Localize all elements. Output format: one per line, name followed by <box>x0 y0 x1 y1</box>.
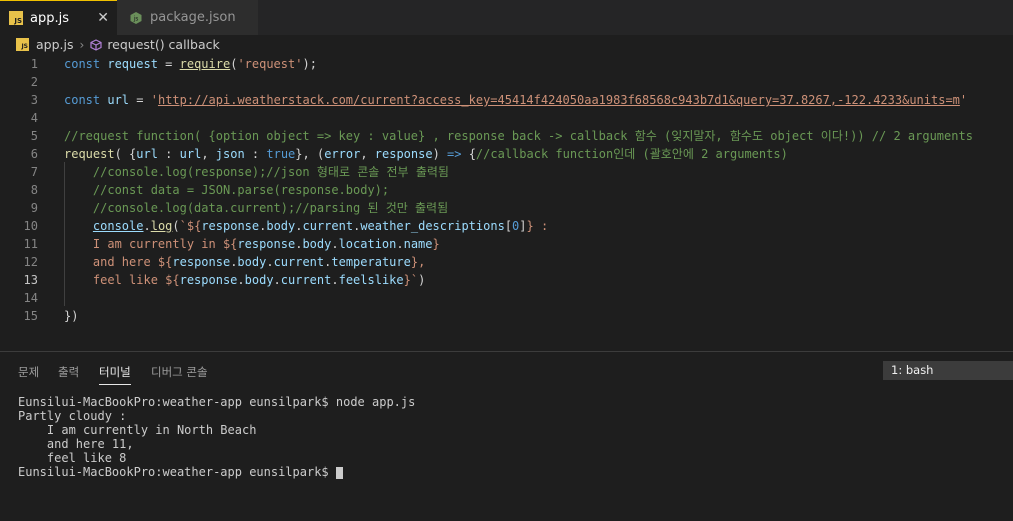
line-number: 7 <box>30 165 38 179</box>
tab-problems[interactable]: 문제 <box>18 364 39 380</box>
terminal-cursor <box>335 466 343 479</box>
code-line[interactable]: 13 feel like ${response.body.current.fee… <box>0 271 1013 289</box>
code-line[interactable]: 1 const request = require('request'); <box>0 55 1013 73</box>
terminal-line: Partly cloudy : <box>18 409 127 423</box>
line-number: 15 <box>23 309 38 323</box>
code-text[interactable]: I am currently in ${response.body.locati… <box>64 235 440 253</box>
code-text[interactable]: const url = 'http://api.weatherstack.com… <box>64 91 967 109</box>
terminal-prompt: Eunsilui-MacBookPro:weather-app eunsilpa… <box>18 465 329 479</box>
terminal-line: feel like 8 <box>18 451 127 465</box>
line-number: 11 <box>23 237 38 251</box>
code-text[interactable]: //request function( {option object => ke… <box>64 127 973 145</box>
code-text[interactable]: //console.log(response);//json 형태로 콘솔 전부… <box>64 163 449 181</box>
code-text[interactable]: and here ${response.body.current.tempera… <box>64 253 425 271</box>
code-line[interactable]: 4 <box>0 109 1013 127</box>
code-text[interactable]: //console.log(data.current);//parsing 된 … <box>64 199 448 217</box>
tab-output[interactable]: 출력 <box>58 364 79 380</box>
js-file-icon: JS <box>16 38 29 51</box>
bottom-panel: 문제 출력 터미널 디버그 콘솔 1: bash Eunsilui-MacBoo… <box>0 351 1013 521</box>
terminal-line: Eunsilui-MacBookPro:weather-app eunsilpa… <box>18 395 416 409</box>
code-line[interactable]: 2 <box>0 73 1013 91</box>
code-editor[interactable]: 1 const request = require('request'); 2 3 co… <box>0 54 1013 351</box>
line-number: 14 <box>23 291 38 305</box>
line-number: 2 <box>30 75 38 89</box>
code-text[interactable]: console.log(`${response.body.current.wea… <box>64 217 548 235</box>
code-line[interactable]: 12 and here ${response.body.current.temp… <box>0 253 1013 271</box>
tab-debug-console[interactable]: 디버그 콘솔 <box>151 364 208 380</box>
terminal-output[interactable]: Eunsilui-MacBookPro:weather-app eunsilpa… <box>18 395 415 479</box>
line-number: 10 <box>23 219 38 233</box>
close-icon[interactable]: ✕ <box>97 10 109 26</box>
code-text[interactable]: }) <box>64 307 78 325</box>
tab-bar: JS app.js ✕ js package.json <box>0 0 1013 35</box>
code-line[interactable]: 6 request( {url : url, json : true}, (err… <box>0 145 1013 163</box>
line-number: 3 <box>30 93 38 107</box>
tab-label: app.js <box>30 10 69 26</box>
code-line[interactable]: 3 const url = 'http://api.weatherstack.co… <box>0 91 1013 109</box>
line-number: 6 <box>30 147 38 161</box>
svg-text:js: js <box>133 15 139 22</box>
nodejs-icon: js <box>130 11 142 24</box>
chevron-right-icon: › <box>79 37 85 52</box>
code-text[interactable]: //const data = JSON.parse(response.body)… <box>64 181 389 199</box>
code-line[interactable]: 7 //console.log(response);//json 형태로 콘솔 … <box>0 163 1013 181</box>
code-line[interactable]: 10 console.log(`${response.body.current.… <box>0 217 1013 235</box>
terminal-line: and here 11, <box>18 437 134 451</box>
tab-terminal[interactable]: 터미널 <box>99 364 131 385</box>
line-number: 12 <box>23 255 38 269</box>
code-line[interactable]: 9 //console.log(data.current);//parsing … <box>0 199 1013 217</box>
terminal-line: I am currently in North Beach <box>18 423 257 437</box>
js-file-icon: JS <box>9 11 23 25</box>
code-line[interactable]: 8 //const data = JSON.parse(response.bod… <box>0 181 1013 199</box>
code-line[interactable]: 11 I am currently in ${response.body.loc… <box>0 235 1013 253</box>
code-line[interactable]: 15}) <box>0 307 1013 325</box>
line-number: 4 <box>30 111 38 125</box>
code-text[interactable]: const request = require('request'); <box>64 55 317 73</box>
line-number: 5 <box>30 129 38 143</box>
breadcrumb-symbol[interactable]: request() callback <box>107 37 219 52</box>
tab-app-js[interactable]: JS app.js ✕ <box>0 0 117 35</box>
line-number: 1 <box>30 57 38 71</box>
terminal-prompt-line: Eunsilui-MacBookPro:weather-app eunsilpa… <box>18 465 415 479</box>
code-text[interactable]: request( {url : url, json : true}, (erro… <box>64 145 788 163</box>
cube-icon <box>90 38 102 51</box>
tab-package-json[interactable]: js package.json <box>117 0 258 35</box>
line-number: 8 <box>30 183 38 197</box>
line-number: 13 <box>23 273 38 287</box>
terminal-select[interactable]: 1: bash <box>883 361 1013 380</box>
code-text[interactable]: feel like ${response.body.current.feelsl… <box>64 271 425 289</box>
code-line[interactable]: 5 //request function( {option object => k… <box>0 127 1013 145</box>
breadcrumb: JS app.js › request() callback <box>0 35 1013 54</box>
line-number: 9 <box>30 201 38 215</box>
code-line[interactable]: 14 <box>0 289 1013 307</box>
breadcrumb-file[interactable]: app.js <box>36 37 74 52</box>
tab-label: package.json <box>150 10 236 25</box>
